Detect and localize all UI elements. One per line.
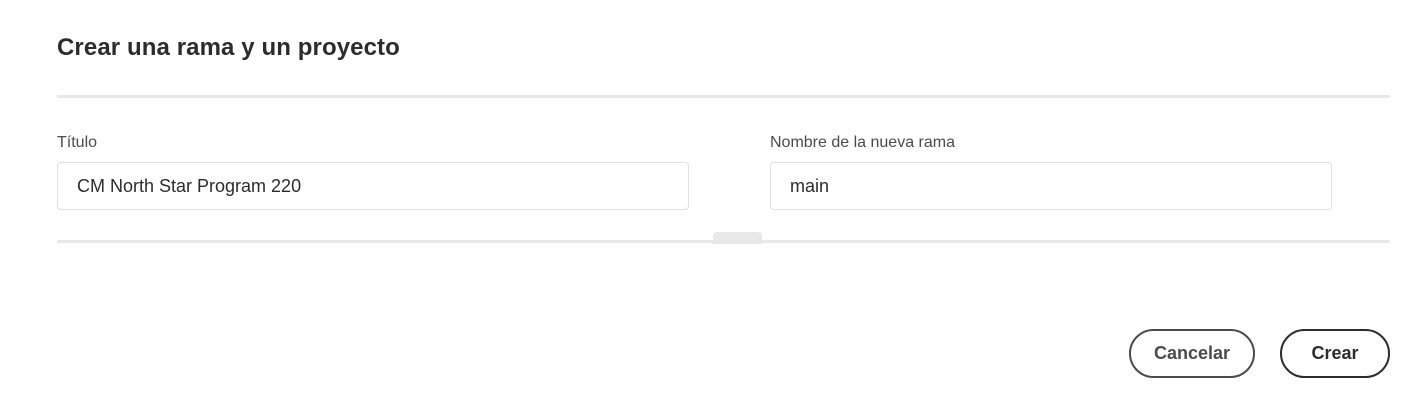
dialog-title: Crear una rama y un proyecto bbox=[57, 34, 400, 61]
title-input[interactable] bbox=[57, 162, 689, 210]
branch-name-field: Nombre de la nueva rama bbox=[770, 133, 1332, 210]
create-branch-dialog: Crear una rama y un proyecto Título Nomb… bbox=[0, 0, 1426, 404]
resize-handle[interactable] bbox=[713, 232, 762, 244]
branch-name-field-label: Nombre de la nueva rama bbox=[770, 134, 955, 151]
create-button[interactable]: Crear bbox=[1280, 329, 1390, 378]
title-field: Título bbox=[57, 133, 689, 210]
cancel-button[interactable]: Cancelar bbox=[1129, 329, 1255, 378]
branch-name-input[interactable] bbox=[770, 162, 1332, 210]
header-divider bbox=[57, 95, 1390, 98]
title-field-label: Título bbox=[57, 134, 98, 151]
